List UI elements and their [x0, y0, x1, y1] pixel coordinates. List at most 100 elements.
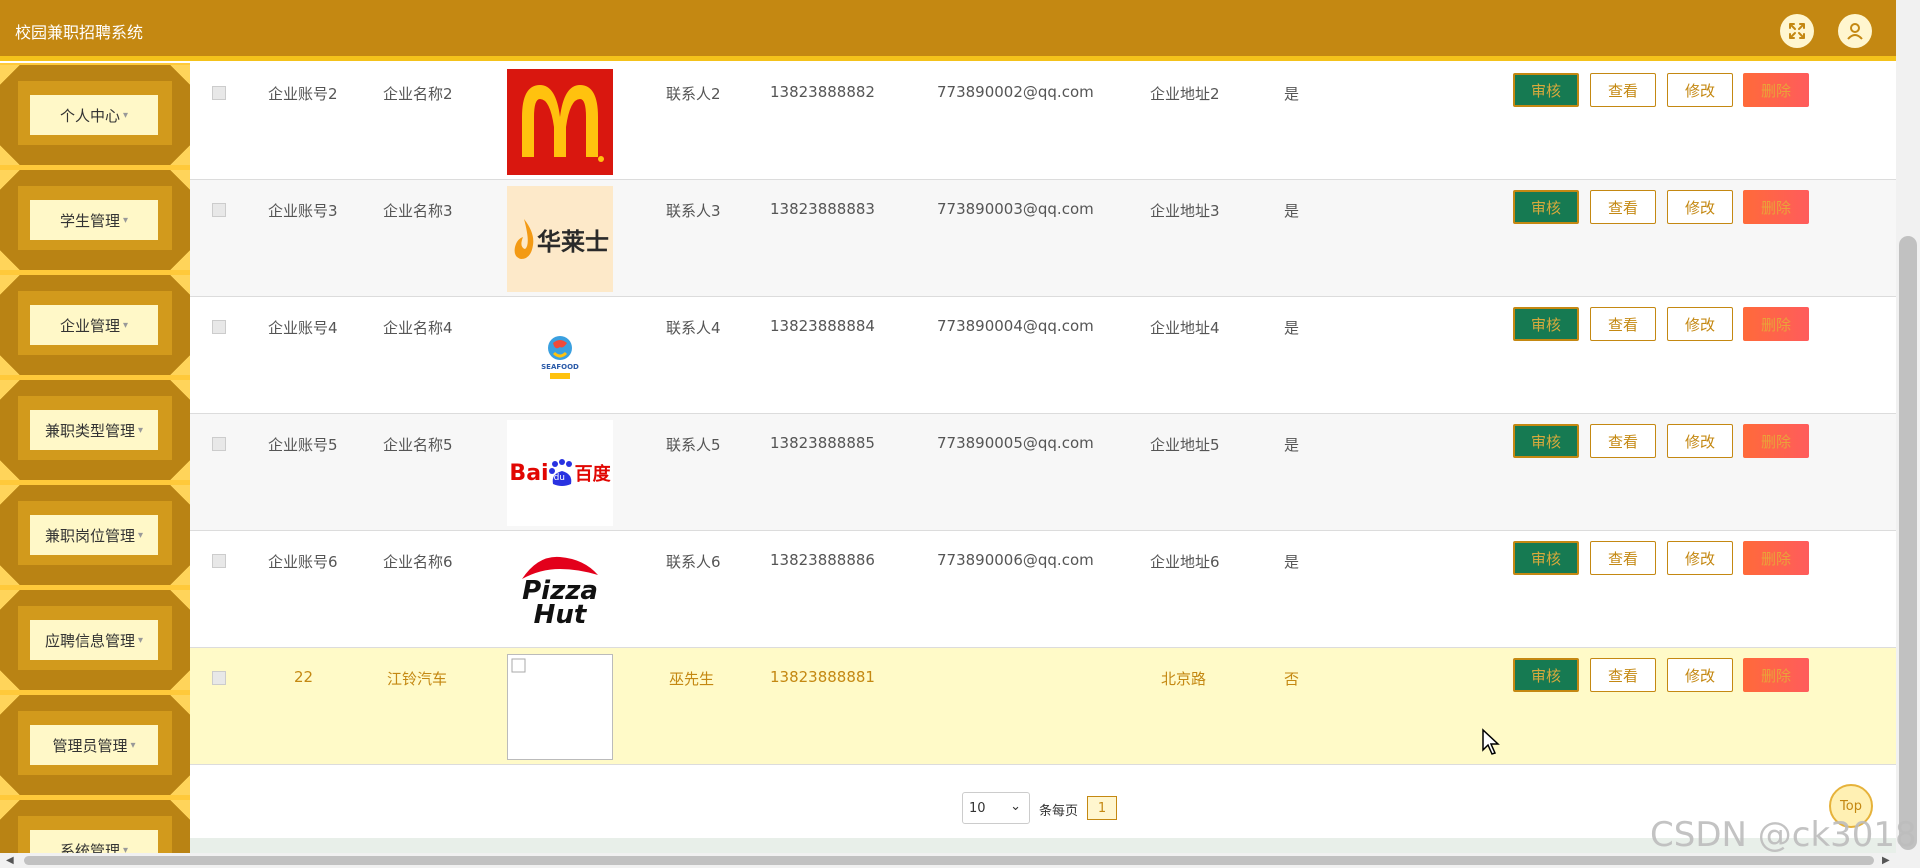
audit-button[interactable]: 审核: [1513, 73, 1579, 107]
watermark: CSDN @ck3018: [1650, 815, 1917, 855]
cell-address: 企业地址6: [1150, 553, 1220, 571]
edit-button[interactable]: 修改: [1667, 541, 1733, 575]
cell-company-name: 企业名称5: [383, 436, 453, 454]
row-checkbox[interactable]: [212, 320, 226, 334]
user-icon: [1847, 23, 1863, 40]
delete-button[interactable]: 删除: [1743, 424, 1809, 458]
per-page-label: 条每页: [1039, 804, 1079, 819]
cell-approved: 是: [1284, 319, 1300, 337]
table-row: 22 江铃汽车 巫先生 13823888881 北京路 否 审核 查看 修改 删…: [190, 648, 1896, 765]
sidebar-item-application-management[interactable]: 应聘信息管理 ▾: [0, 590, 190, 690]
scroll-right-arrow-icon[interactable]: ▶: [1882, 855, 1890, 866]
caret-down-icon: ▾: [130, 739, 136, 751]
cell-phone: 13823888881: [770, 668, 875, 686]
cell-phone: 13823888886: [770, 551, 875, 569]
page-number-button[interactable]: 1: [1087, 796, 1117, 820]
delete-button[interactable]: 删除: [1743, 658, 1809, 692]
sidebar-item-label: 系统管理: [59, 841, 120, 854]
delete-button[interactable]: 删除: [1743, 190, 1809, 224]
cell-contact: 联系人5: [666, 436, 721, 454]
audit-button[interactable]: 审核: [1513, 424, 1579, 458]
audit-button[interactable]: 审核: [1513, 307, 1579, 341]
view-button[interactable]: 查看: [1590, 541, 1656, 575]
app-title: 校园兼职招聘系统: [15, 23, 144, 42]
cell-account: 企业账号3: [268, 202, 338, 220]
cell-company-name: 企业名称3: [383, 202, 453, 220]
view-button[interactable]: 查看: [1590, 658, 1656, 692]
cell-email: 773890003@qq.com: [937, 200, 1094, 218]
cell-approved: 是: [1284, 85, 1300, 103]
cell-company-name: 江铃汽车: [387, 670, 448, 688]
table-row: 企业账号3 企业名称3 华莱士 联系人3 13823888883 7738900…: [190, 180, 1896, 297]
cell-email: 773890004@qq.com: [937, 317, 1094, 335]
cell-account: 22: [294, 668, 314, 686]
view-button[interactable]: 查看: [1590, 307, 1656, 341]
audit-button[interactable]: 审核: [1513, 541, 1579, 575]
cell-account: 企业账号2: [268, 85, 338, 103]
sidebar: 个人中心 ▾ 学生管理 ▾ 企业管理 ▾ 兼职类型管理 ▾ 兼职岗位管理 ▾ 应聘信息管理…: [0, 63, 190, 853]
company-table: 企业账号2 企业名称2 联系人2 13823888882 773890002@q…: [190, 63, 1896, 838]
sidebar-item-job-post-management[interactable]: 兼职岗位管理 ▾: [0, 485, 190, 585]
edit-button[interactable]: 修改: [1667, 658, 1733, 692]
caret-down-icon: ▾: [122, 319, 129, 331]
horizontal-scroll-thumb[interactable]: [24, 856, 1874, 865]
row-checkbox[interactable]: [212, 203, 226, 217]
edit-button[interactable]: 修改: [1667, 424, 1733, 458]
sidebar-item-personal-center[interactable]: 个人中心 ▾: [0, 65, 190, 165]
cell-phone: 13823888883: [770, 200, 875, 218]
row-checkbox[interactable]: [212, 86, 226, 100]
wallace-logo-text: 华莱士: [537, 227, 609, 256]
page-size-value: 10: [969, 800, 986, 816]
company-logo-baidu: Bai du 百度: [507, 420, 613, 526]
cell-account: 企业账号6: [268, 553, 338, 571]
mcdonalds-logo-icon: [522, 85, 604, 162]
audit-button[interactable]: 审核: [1513, 190, 1579, 224]
sidebar-item-label: 兼职类型管理: [44, 421, 135, 440]
user-menu-button[interactable]: [1838, 14, 1872, 48]
company-logo-mcdonalds: [507, 69, 613, 175]
delete-button[interactable]: 删除: [1743, 73, 1809, 107]
baidu-logo-cn: 百度: [574, 464, 611, 485]
audit-button[interactable]: 审核: [1513, 658, 1579, 692]
row-checkbox[interactable]: [212, 437, 226, 451]
edit-button[interactable]: 修改: [1667, 73, 1733, 107]
sidebar-item-label: 应聘信息管理: [44, 631, 135, 650]
cell-address: 企业地址2: [1150, 85, 1220, 103]
row-checkbox[interactable]: [212, 671, 226, 685]
cell-account: 企业账号4: [268, 319, 338, 337]
baidu-paw-icon: du: [548, 458, 575, 488]
seafood-globe-icon: [548, 336, 572, 360]
cell-approved: 是: [1284, 436, 1300, 454]
edit-button[interactable]: 修改: [1667, 190, 1733, 224]
cell-address: 企业地址5: [1150, 436, 1220, 454]
sidebar-item-student-management[interactable]: 学生管理 ▾: [0, 170, 190, 270]
view-button[interactable]: 查看: [1590, 424, 1656, 458]
expand-arrows-icon: [1789, 23, 1805, 39]
sidebar-item-job-type-management[interactable]: 兼职类型管理 ▾: [0, 380, 190, 480]
cell-contact: 巫先生: [669, 670, 715, 688]
sidebar-item-admin-management[interactable]: 管理员管理 ▾: [0, 695, 190, 795]
cell-company-name: 企业名称2: [383, 85, 453, 103]
cell-address: 企业地址4: [1150, 319, 1220, 337]
vertical-scroll-thumb[interactable]: [1899, 236, 1917, 850]
edit-button[interactable]: 修改: [1667, 307, 1733, 341]
fullscreen-button[interactable]: [1780, 14, 1814, 48]
scroll-left-arrow-icon[interactable]: ◀: [6, 855, 14, 866]
view-button[interactable]: 查看: [1590, 190, 1656, 224]
cell-approved: 否: [1284, 670, 1300, 688]
baidu-logo-text: Bai: [509, 460, 549, 486]
cell-approved: 是: [1284, 202, 1300, 220]
chevron-down-icon: ⌄: [1010, 799, 1021, 814]
cell-phone: 13823888882: [770, 83, 875, 101]
caret-down-icon: ▾: [137, 634, 144, 646]
view-button[interactable]: 查看: [1590, 73, 1656, 107]
broken-image-icon: [511, 658, 526, 673]
caret-down-icon: ▾: [122, 844, 129, 854]
sidebar-item-company-management[interactable]: 企业管理 ▾: [0, 275, 190, 375]
sidebar-item-system-management[interactable]: 系统管理 ▾: [0, 800, 190, 853]
row-checkbox[interactable]: [212, 554, 226, 568]
delete-button[interactable]: 删除: [1743, 307, 1809, 341]
page-size-select[interactable]: 10 ⌄: [962, 792, 1030, 824]
cell-address: 企业地址3: [1150, 202, 1220, 220]
delete-button[interactable]: 删除: [1743, 541, 1809, 575]
